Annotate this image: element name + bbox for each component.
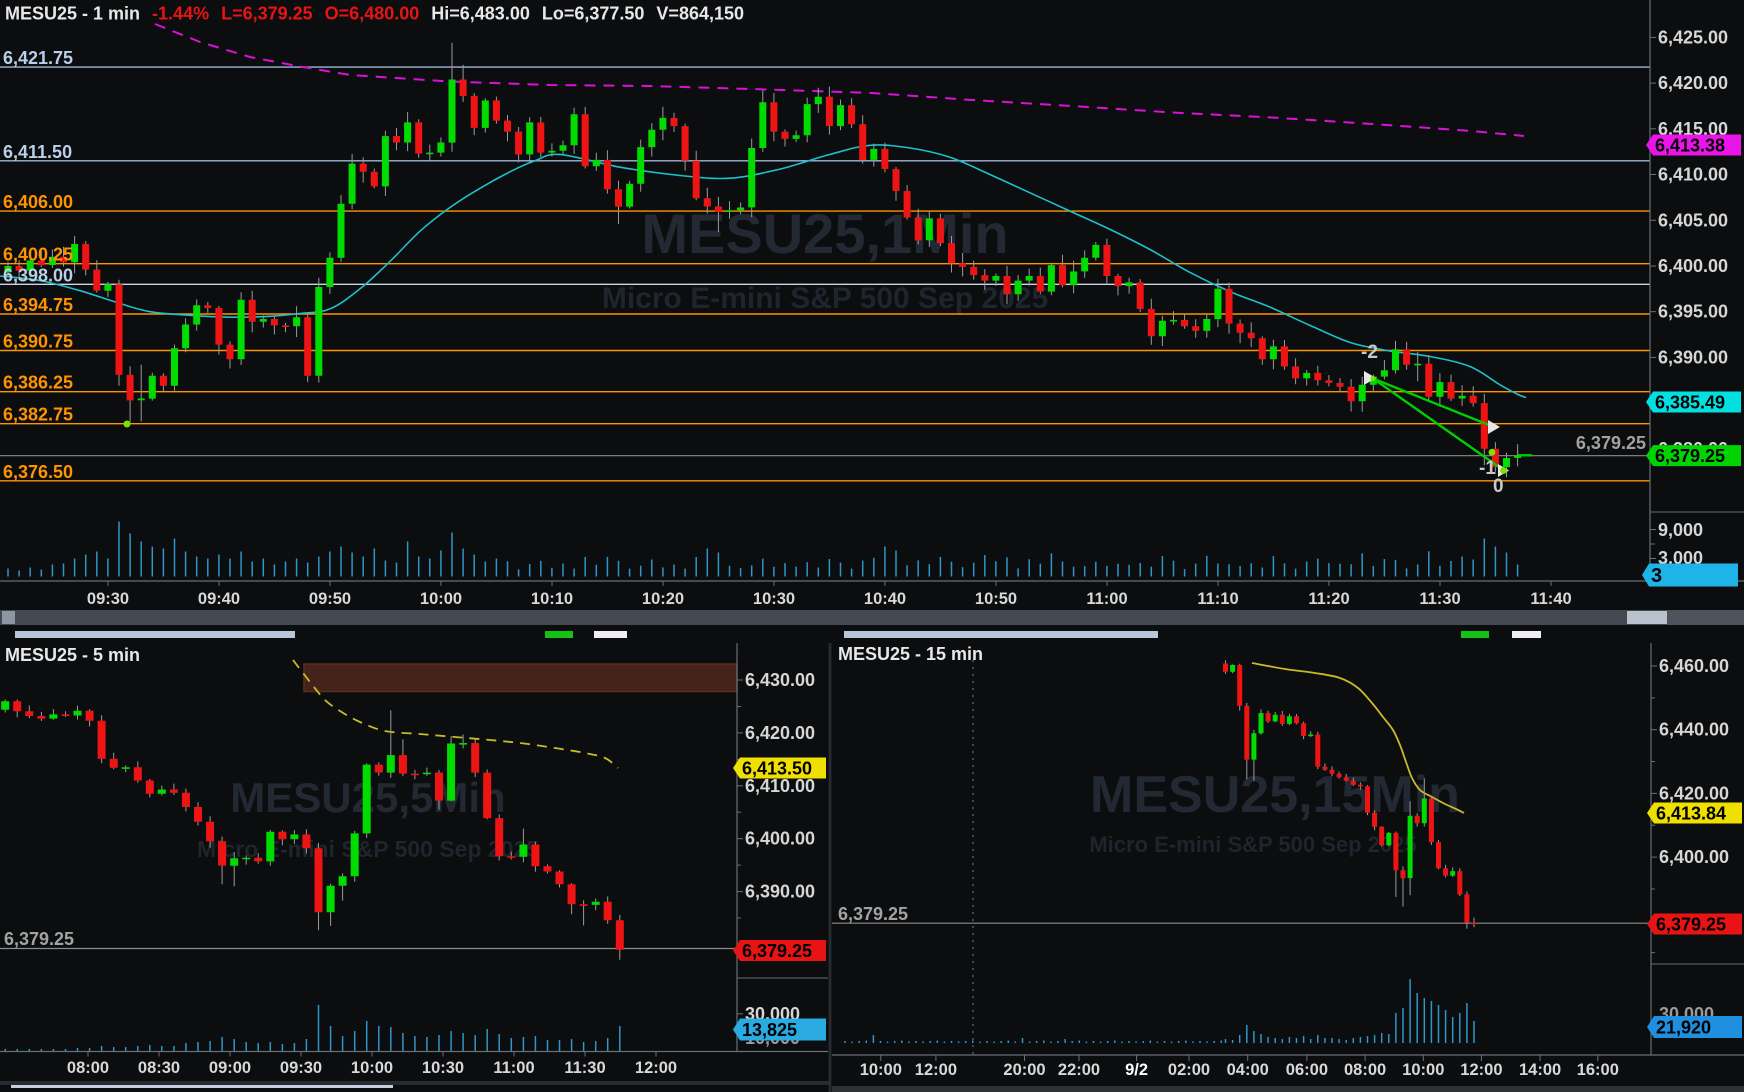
svg-text:11:20: 11:20 — [1308, 590, 1349, 608]
svg-text:-2: -2 — [1361, 342, 1378, 363]
svg-text:6,379.25: 6,379.25 — [838, 904, 908, 924]
svg-text:10:40: 10:40 — [864, 590, 906, 608]
svg-text:10:10: 10:10 — [531, 590, 573, 608]
svg-text:22:00: 22:00 — [1058, 1061, 1100, 1079]
svg-text:6,440.00: 6,440.00 — [1659, 720, 1729, 740]
svg-text:02:00: 02:00 — [1168, 1061, 1210, 1079]
svg-text:10:50: 10:50 — [975, 590, 1017, 608]
svg-text:6,460.00: 6,460.00 — [1659, 656, 1729, 676]
svg-text:6,395.00: 6,395.00 — [1658, 302, 1728, 322]
svg-text:MESU25 - 1 min-1.44%L=6,379.25: MESU25 - 1 min-1.44%L=6,379.25O=6,480.00… — [5, 4, 744, 24]
svg-text:06:00: 06:00 — [1286, 1061, 1328, 1079]
svg-text:6,420.00: 6,420.00 — [745, 723, 815, 743]
svg-text:14:00: 14:00 — [1519, 1061, 1561, 1079]
svg-text:6,413.38: 6,413.38 — [1655, 136, 1725, 156]
svg-text:12:00: 12:00 — [1460, 1061, 1502, 1079]
svg-text:10:20: 10:20 — [642, 590, 684, 608]
svg-text:10:00: 10:00 — [1402, 1061, 1444, 1079]
svg-text:12:00: 12:00 — [915, 1061, 957, 1079]
svg-text:11:00: 11:00 — [1086, 590, 1127, 608]
svg-text:6,425.00: 6,425.00 — [1658, 27, 1728, 47]
svg-text:6,379.25: 6,379.25 — [1576, 433, 1646, 453]
svg-text:11:40: 11:40 — [1530, 590, 1571, 608]
svg-text:3: 3 — [1651, 565, 1662, 587]
svg-text:09:30: 09:30 — [280, 1059, 322, 1077]
svg-text:16:00: 16:00 — [1577, 1061, 1619, 1079]
svg-text:6,376.50: 6,376.50 — [3, 462, 73, 482]
svg-text:MESU25 - 5 min: MESU25 - 5 min — [5, 645, 140, 665]
svg-text:6,430.00: 6,430.00 — [745, 670, 815, 690]
svg-text:9,000: 9,000 — [1658, 520, 1703, 540]
svg-text:MESU25,15Min: MESU25,15Min — [1090, 766, 1460, 824]
svg-text:6,379.25: 6,379.25 — [4, 929, 74, 949]
svg-text:0: 0 — [1493, 476, 1504, 497]
svg-text:08:00: 08:00 — [1344, 1061, 1386, 1079]
svg-text:20:00: 20:00 — [1003, 1061, 1045, 1079]
svg-text:10:00: 10:00 — [351, 1059, 393, 1077]
svg-text:11:30: 11:30 — [1419, 590, 1460, 608]
svg-text:6,390.00: 6,390.00 — [1658, 347, 1728, 367]
svg-text:6,400.00: 6,400.00 — [1658, 256, 1728, 276]
svg-text:6,390.00: 6,390.00 — [745, 882, 815, 902]
svg-text:6,400.25: 6,400.25 — [3, 245, 73, 265]
svg-text:6,410.00: 6,410.00 — [745, 776, 815, 796]
svg-text:6,394.75: 6,394.75 — [3, 295, 73, 315]
svg-text:6,379.25: 6,379.25 — [1656, 915, 1726, 935]
svg-text:09:30: 09:30 — [87, 590, 129, 608]
svg-text:9/2: 9/2 — [1125, 1061, 1148, 1079]
svg-text:6,379.25: 6,379.25 — [742, 941, 812, 961]
svg-text:6,410.00: 6,410.00 — [1658, 165, 1728, 185]
svg-text:21,920: 21,920 — [1656, 1018, 1711, 1038]
svg-text:MESU25 - 15 min: MESU25 - 15 min — [838, 644, 983, 664]
svg-text:10:30: 10:30 — [753, 590, 795, 608]
svg-text:6,390.75: 6,390.75 — [3, 332, 73, 352]
svg-text:Micro E-mini S&P 500 Sep 2025: Micro E-mini S&P 500 Sep 2025 — [1089, 832, 1416, 857]
svg-text:6,386.25: 6,386.25 — [3, 373, 73, 393]
svg-text:08:30: 08:30 — [138, 1059, 180, 1077]
svg-text:6,385.49: 6,385.49 — [1655, 393, 1725, 413]
svg-text:6,406.00: 6,406.00 — [3, 192, 73, 212]
svg-text:6,379.25: 6,379.25 — [1655, 446, 1725, 466]
svg-text:10:00: 10:00 — [860, 1061, 902, 1079]
svg-text:6,382.75: 6,382.75 — [3, 405, 73, 425]
svg-text:6,421.75: 6,421.75 — [3, 48, 73, 68]
svg-text:6,400.00: 6,400.00 — [1659, 847, 1729, 867]
svg-text:04:00: 04:00 — [1227, 1061, 1269, 1079]
svg-text:08:00: 08:00 — [67, 1059, 109, 1077]
svg-text:09:40: 09:40 — [198, 590, 240, 608]
svg-text:11:10: 11:10 — [1197, 590, 1238, 608]
svg-text:10:30: 10:30 — [422, 1059, 464, 1077]
svg-text:Micro E-mini S&P 500 Sep 2025: Micro E-mini S&P 500 Sep 2025 — [602, 282, 1048, 315]
svg-text:6,398.00: 6,398.00 — [3, 265, 73, 285]
svg-text:12:00: 12:00 — [635, 1059, 677, 1077]
svg-text:10:00: 10:00 — [420, 590, 462, 608]
svg-text:09:50: 09:50 — [309, 590, 351, 608]
svg-text:6,400.00: 6,400.00 — [745, 829, 815, 849]
svg-text:6,420.00: 6,420.00 — [1658, 73, 1728, 93]
svg-text:09:00: 09:00 — [209, 1059, 251, 1077]
svg-text:11:30: 11:30 — [564, 1059, 605, 1077]
svg-text:6,420.00: 6,420.00 — [1659, 783, 1729, 803]
svg-text:6,405.00: 6,405.00 — [1658, 210, 1728, 230]
svg-text:13,825: 13,825 — [742, 1020, 797, 1040]
svg-text:6,413.50: 6,413.50 — [742, 759, 812, 779]
svg-text:11:00: 11:00 — [493, 1059, 534, 1077]
svg-text:6,413.84: 6,413.84 — [1656, 804, 1726, 824]
svg-text:6,411.50: 6,411.50 — [3, 142, 72, 162]
